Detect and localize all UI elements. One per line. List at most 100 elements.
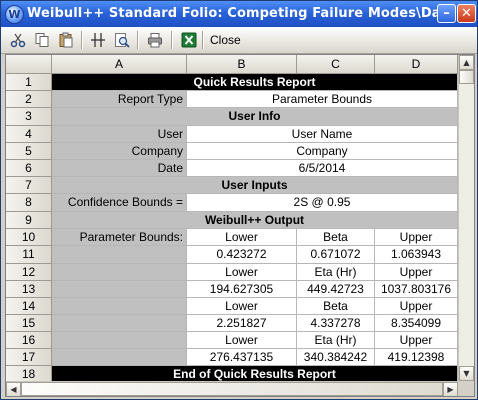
cell-b16[interactable]: Lower xyxy=(187,332,297,349)
cell-c14[interactable]: Beta xyxy=(297,298,375,315)
window-title: Weibull++ Standard Folio: Competing Fail… xyxy=(27,6,465,21)
cell-b11[interactable]: 0.423272 xyxy=(187,246,297,264)
find-icon xyxy=(115,33,130,48)
row-header-10[interactable]: 10 xyxy=(6,229,52,246)
row-header-16[interactable]: 16 xyxy=(6,332,52,349)
row-header-14[interactable]: 14 xyxy=(6,298,52,315)
row-header-17[interactable]: 17 xyxy=(6,349,52,366)
column-header-b[interactable]: B xyxy=(187,55,297,74)
report-title-banner[interactable]: Quick Results Report xyxy=(52,74,458,91)
section-user-info[interactable]: User Info xyxy=(52,108,458,126)
user-label[interactable]: User xyxy=(52,126,187,143)
cell-b15[interactable]: 2.251827 xyxy=(187,315,297,332)
cell-d12[interactable]: Upper xyxy=(375,264,458,281)
close-toolbar-button[interactable]: Close xyxy=(210,33,241,47)
cell-c11[interactable]: 0.671072 xyxy=(297,246,375,264)
date-value[interactable]: 6/5/2014 xyxy=(187,160,458,177)
blank-label-cell[interactable] xyxy=(52,315,187,332)
cell-d13[interactable]: 1037.803176 xyxy=(375,281,458,298)
scroll-left-arrow-icon[interactable]: ◀ xyxy=(6,382,21,396)
copy-button[interactable] xyxy=(32,30,52,50)
cell-b12[interactable]: Lower xyxy=(187,264,297,281)
copy-icon xyxy=(35,33,49,47)
excel-icon xyxy=(181,32,197,48)
cell-d14[interactable]: Upper xyxy=(375,298,458,315)
cell-d17[interactable]: 419.12398 xyxy=(375,349,458,366)
row-header-2[interactable]: 2 xyxy=(6,91,52,108)
row-header-3[interactable]: 3 xyxy=(6,108,52,126)
section-user-inputs[interactable]: User Inputs xyxy=(52,177,458,194)
vertical-scroll-thumb[interactable] xyxy=(459,70,474,84)
column-header-d[interactable]: D xyxy=(375,55,458,74)
column-headers: A B C D xyxy=(6,55,458,74)
row-header-5[interactable]: 5 xyxy=(6,143,52,160)
blank-label-cell[interactable] xyxy=(52,349,187,366)
vertical-scrollbar[interactable]: ▲ ▼ xyxy=(458,55,474,381)
find-button[interactable] xyxy=(112,30,132,50)
cell-d11[interactable]: 1.063943 xyxy=(375,246,458,264)
cell-b17[interactable]: 276.437135 xyxy=(187,349,297,366)
row-header-12[interactable]: 12 xyxy=(6,264,52,281)
blank-label-cell[interactable] xyxy=(52,281,187,298)
blank-label-cell[interactable] xyxy=(52,298,187,315)
select-all-corner[interactable] xyxy=(6,55,52,74)
row-header-13[interactable]: 13 xyxy=(6,281,52,298)
weibull-app-icon[interactable]: W xyxy=(5,5,24,24)
close-window-button[interactable]: ✕ xyxy=(457,4,476,23)
row-header-11[interactable]: 11 xyxy=(6,246,52,264)
print-icon xyxy=(148,33,162,48)
blank-label-cell[interactable] xyxy=(52,332,187,349)
cell-c12[interactable]: Eta (Hr) xyxy=(297,264,375,281)
cell-c17[interactable]: 340.384242 xyxy=(297,349,375,366)
cell-b10[interactable]: Lower xyxy=(187,229,297,246)
report-type-label[interactable]: Report Type xyxy=(52,91,187,108)
confidence-bounds-label[interactable]: Confidence Bounds = xyxy=(52,194,187,212)
report-type-value[interactable]: Parameter Bounds xyxy=(187,91,458,108)
company-label[interactable]: Company xyxy=(52,143,187,160)
column-header-c[interactable]: C xyxy=(297,55,375,74)
horizontal-scrollbar[interactable]: ◀ ▶ xyxy=(6,381,458,396)
cell-c13[interactable]: 449.42723 xyxy=(297,281,375,298)
cell-d15[interactable]: 8.354099 xyxy=(375,315,458,332)
column-header-a[interactable]: A xyxy=(52,55,187,74)
cell-c16[interactable]: Eta (Hr) xyxy=(297,332,375,349)
report-spreadsheet[interactable]: A B C D 1 2 3 4 5 6 7 8 9 10 11 12 13 14 15 16 17 18 Quic… xyxy=(5,54,475,397)
row-header-15[interactable]: 15 xyxy=(6,315,52,332)
scissors-icon xyxy=(10,33,26,48)
cell-c15[interactable]: 4.337278 xyxy=(297,315,375,332)
blank-label-cell[interactable] xyxy=(52,246,187,264)
title-bar[interactable]: W Weibull++ Standard Folio: Competing Fa… xyxy=(1,1,477,27)
app-window: W Weibull++ Standard Folio: Competing Fa… xyxy=(0,0,478,400)
freeze-panes-button[interactable] xyxy=(88,30,108,50)
toolbar: Close xyxy=(1,27,477,54)
blank-label-cell[interactable] xyxy=(52,264,187,281)
horizontal-scroll-thumb[interactable] xyxy=(21,382,443,396)
section-weibull-output[interactable]: Weibull++ Output xyxy=(52,212,458,229)
freeze-panes-icon xyxy=(91,33,105,47)
print-button[interactable] xyxy=(145,30,165,50)
scroll-down-arrow-icon[interactable]: ▼ xyxy=(459,366,474,381)
scroll-right-arrow-icon[interactable]: ▶ xyxy=(443,382,458,396)
scroll-up-arrow-icon[interactable]: ▲ xyxy=(459,55,474,70)
company-value[interactable]: Company xyxy=(187,143,458,160)
row-header-1[interactable]: 1 xyxy=(6,74,52,91)
user-value[interactable]: User Name xyxy=(187,126,458,143)
date-label[interactable]: Date xyxy=(52,160,187,177)
minimize-button[interactable]: – xyxy=(437,4,456,23)
cell-c10[interactable]: Beta xyxy=(297,229,375,246)
row-header-8[interactable]: 8 xyxy=(6,194,52,212)
paste-button[interactable] xyxy=(56,30,76,50)
cell-b13[interactable]: 194.627305 xyxy=(187,281,297,298)
row-header-6[interactable]: 6 xyxy=(6,160,52,177)
row-header-7[interactable]: 7 xyxy=(6,177,52,194)
export-excel-button[interactable] xyxy=(179,30,199,50)
cut-button[interactable] xyxy=(8,30,28,50)
parameter-bounds-label[interactable]: Parameter Bounds: xyxy=(52,229,187,246)
cell-d10[interactable]: Upper xyxy=(375,229,458,246)
row-header-9[interactable]: 9 xyxy=(6,212,52,229)
row-header-4[interactable]: 4 xyxy=(6,126,52,143)
cell-b14[interactable]: Lower xyxy=(187,298,297,315)
cell-d16[interactable]: Upper xyxy=(375,332,458,349)
scrollbar-corner xyxy=(458,381,474,396)
confidence-bounds-value[interactable]: 2S @ 0.95 xyxy=(187,194,458,212)
